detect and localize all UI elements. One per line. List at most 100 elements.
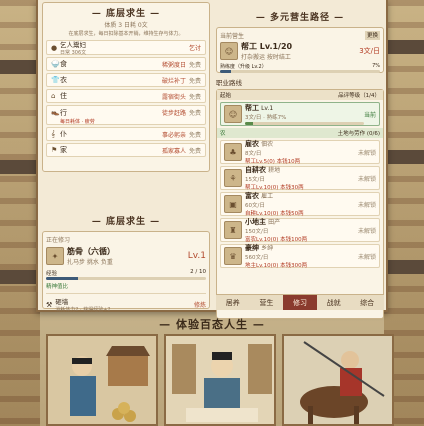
tab-overview[interactable]: 综合: [350, 295, 384, 310]
tab-battle[interactable]: 战就: [317, 295, 351, 310]
need-status: 徒步赶路: [161, 110, 186, 117]
job-small-landlord[interactable]: ♜ 小地主 田产 150文/日 富农Lv.10(0) 本钱100两 未解锁: [220, 218, 380, 243]
route-grade-label: 品评等级（1/4）: [338, 93, 380, 99]
need-status: 事必躬亲: [161, 131, 186, 139]
career-route-card: 起始 品评等级（1/4） ☺ 帮工 Lv.1 3文/日 · 熟练7% 当前 农 …: [216, 89, 384, 319]
current-job-meta: 打杂搬运 按时结工: [241, 54, 291, 61]
survival-title: — 底层求生 —: [91, 9, 161, 19]
bottom-tab-bar: 居养 营生 修习 战就 综合: [216, 294, 384, 310]
training-progress-label: 经验: [46, 271, 58, 277]
training-level: Lv.1: [187, 251, 206, 261]
need-row-family[interactable]: ⚑ 家 孤家寡人 免费: [46, 143, 206, 157]
job-self-farmer[interactable]: ⚘ 自耕农 耕地 15文/日 帮工Lv.10(0) 本钱30两 未解锁: [220, 166, 380, 191]
need-row-clothing[interactable]: 👕 衣 破烂补丁 免费: [46, 73, 206, 87]
current-job-card: 当前营生 更换 ☺ 帮工 Lv.1/20 打杂搬运 按时结工 3文/日 熟练度（…: [216, 27, 384, 73]
food-icon: 🍚: [51, 60, 60, 68]
job-lock-status: 未解锁: [357, 201, 376, 209]
need-status: 稀粥度日: [161, 61, 186, 69]
career-column: — 多元营生路径 — 当前营生 更换 ☺ 帮工 Lv.1/20 打杂搬运 按时结…: [216, 2, 384, 319]
job-lock-status: 未解锁: [357, 149, 376, 157]
job-price: 15文/日: [245, 177, 265, 183]
training-card: 正在修习 ✦ 筋骨（六循） 扎马步 挑水 负重 Lv.1 经验 2 / 10 精…: [42, 231, 210, 313]
need-cost: 免费: [188, 61, 201, 69]
need-cost: 免费: [188, 147, 201, 155]
training-sub-name: 砸墙: [55, 298, 69, 306]
boot-icon: 👞: [51, 108, 60, 116]
tab-residence[interactable]: 居养: [216, 295, 250, 310]
job-price: 150文/日: [245, 229, 269, 235]
need-label: 住: [60, 92, 67, 100]
job-hired-farmer[interactable]: ♣ 雇农 佃农 8文/日 帮工Lv.5(0) 本钱10两 未解锁: [220, 140, 380, 165]
current-progress-value: 7%: [372, 63, 380, 69]
need-cost: 免费: [188, 110, 201, 117]
need-row-food[interactable]: 🍚 食 稀粥度日 免费: [46, 57, 206, 71]
tab-livelihood[interactable]: 营生: [250, 295, 284, 310]
need-label: 衣: [60, 76, 67, 84]
job-name: 富农: [245, 192, 259, 200]
job-req: 地主Lv.10(0) 本钱300两: [245, 263, 308, 269]
training-header: 正在修习: [46, 237, 71, 244]
need-status: 孤家寡人: [161, 147, 186, 155]
job-status: 当前: [363, 111, 376, 119]
warrior-illustration: [282, 334, 394, 426]
plow-icon: ⚘: [224, 169, 242, 187]
life-showcase-title: — 体验百态人生 —: [159, 318, 265, 331]
job-tag: 乡绅: [261, 245, 274, 252]
beggar-name: 乞人鬻妇: [60, 41, 86, 49]
survival-column: — 底层求生 — 体质 3 日耗 0文 在底层求生，每日扣除基本开销，维持生存与…: [42, 2, 210, 313]
need-row-servant[interactable]: 𝄞 仆 事必躬亲 免费: [46, 127, 206, 141]
job-meta: 3文/日 · 熟练7%: [245, 115, 287, 121]
coin-icon: ●: [51, 43, 58, 52]
job-name: 小地主: [245, 218, 266, 226]
landlord-icon: ♜: [224, 221, 242, 239]
current-progress-bar: [220, 70, 380, 73]
current-progress-label: 熟练度（升级 Lv.2）: [220, 64, 267, 70]
beggar-action[interactable]: 乞讨: [189, 43, 201, 52]
training-action-button[interactable]: 修炼: [194, 300, 206, 309]
need-label: 仆: [60, 130, 67, 138]
job-start-helper[interactable]: ☺ 帮工 Lv.1 3文/日 · 熟练7% 当前: [220, 102, 380, 126]
need-label: 行: [60, 109, 67, 117]
job-gentry[interactable]: ♛ 豪绅 乡绅 560文/日 地主Lv.10(0) 本钱300两 未解锁: [220, 244, 380, 269]
bone-icon: ✦: [46, 247, 64, 265]
main-panel: — 底层求生 — 体质 3 日耗 0文 在底层求生，每日扣除基本开销，维持生存与…: [36, 0, 388, 319]
route-start-label: 起始: [220, 93, 232, 99]
worker-icon: ☺: [220, 42, 238, 60]
tab-training[interactable]: 修习: [283, 295, 317, 310]
job-price: 8文/日: [245, 151, 262, 157]
job-tag: 雇工: [261, 193, 274, 200]
job-req: 富农Lv.10(0) 本钱100两: [245, 237, 308, 243]
career-title: — 多元营生路径 —: [255, 13, 345, 23]
change-job-button[interactable]: 更换: [364, 31, 380, 40]
need-row-housing[interactable]: ⌂ 住 露宿街头 免费: [46, 89, 206, 103]
granary-icon: ▣: [224, 195, 242, 213]
training-name: 筋骨（六循）: [67, 247, 115, 256]
training-meta: 扎马步 挑水 负重: [67, 259, 113, 266]
job-req: 自耕Lv.10(0) 本钱50两: [245, 211, 304, 217]
need-cost: 免费: [188, 93, 201, 101]
farmer-icon: ♣: [224, 143, 242, 161]
current-job-name: 帮工 Lv.1/20: [241, 42, 293, 51]
current-job-pay: 3文/日: [359, 47, 380, 55]
job-tag: 田产: [268, 219, 281, 226]
career-route-label: 职业路线: [216, 79, 242, 87]
beggar-row[interactable]: ● 乞人鬻妇 日常 306文 乞讨: [46, 40, 206, 56]
need-cost: 免费: [188, 77, 201, 85]
need-row-travel[interactable]: 👞 行 每日耗体 · 疲劳 徒步赶路 免费: [46, 105, 206, 125]
merchant-illustration: [46, 334, 158, 426]
job-rich-farmer[interactable]: ▣ 富农 雇工 60文/日 自耕Lv.10(0) 本钱50两 未解锁: [220, 192, 380, 217]
training-progress-value: 2 / 10: [190, 269, 206, 275]
job-name: 雇农: [245, 140, 259, 148]
need-label: 食: [60, 60, 67, 68]
scholar-illustration: [164, 334, 276, 426]
worker-icon: ☺: [224, 105, 242, 123]
job-req: 帮工Lv.5(0) 本钱10两: [245, 159, 301, 165]
left-street-scene: [0, 0, 53, 426]
beggar-sub: 日常 306文: [60, 50, 87, 56]
need-cost: 免费: [188, 131, 201, 139]
branch-farm-label: 农: [220, 131, 226, 137]
job-req: 帮工Lv.10(0) 本钱30两: [245, 185, 304, 191]
training-progress-bar: [46, 277, 206, 280]
survival-card: — 底层求生 — 体质 3 日耗 0文 在底层求生，每日扣除基本开销，维持生存与…: [42, 2, 210, 172]
survival-desc: 在底层求生，每日扣除基本开销，维持生存与体力。: [68, 31, 184, 37]
